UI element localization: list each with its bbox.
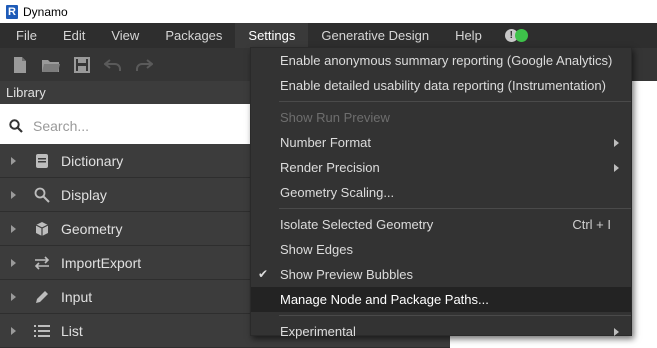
menu-item-google-analytics[interactable]: Enable anonymous summary reporting (Goog…: [251, 48, 631, 73]
menu-item-label: Render Precision: [280, 160, 380, 175]
submenu-arrow-icon: [614, 164, 619, 172]
shortcut-label: Ctrl + I: [572, 217, 611, 232]
list-icon: [34, 323, 50, 339]
revit-logo-icon: R: [6, 4, 18, 19]
library-category-label: List: [61, 322, 83, 339]
expand-arrow-icon[interactable]: [11, 156, 16, 165]
menu-view[interactable]: View: [98, 23, 152, 48]
magnifier-icon: [34, 187, 50, 203]
menu-item-label: Isolate Selected Geometry: [280, 217, 434, 232]
menu-separator: [279, 208, 631, 209]
menu-item-show-run-preview: Show Run Preview: [280, 110, 390, 125]
library-category-label: Display: [61, 186, 107, 203]
search-icon: [9, 118, 23, 133]
undo-icon[interactable]: [102, 54, 124, 76]
expand-arrow-icon[interactable]: [11, 258, 16, 267]
save-icon[interactable]: [71, 54, 93, 76]
arrows-icon: [34, 255, 50, 271]
menu-item-experimental[interactable]: Experimental: [251, 319, 631, 344]
menu-item-label: Number Format: [280, 135, 372, 150]
menu-bar: File Edit View Packages Settings Generat…: [0, 23, 657, 48]
status-ok-icon: [514, 29, 528, 42]
library-category-label: Dictionary: [61, 152, 124, 169]
library-category-label: Input: [61, 288, 93, 305]
expand-arrow-icon[interactable]: [11, 224, 16, 233]
library-category-label: Geometry: [61, 220, 123, 237]
title-bar: R Dynamo: [0, 0, 657, 23]
menu-separator: [279, 315, 631, 316]
new-file-icon[interactable]: [9, 54, 31, 76]
expand-arrow-icon[interactable]: [11, 190, 16, 199]
dictionary-icon: [34, 153, 50, 169]
cube-icon: [34, 221, 50, 237]
redo-icon[interactable]: [133, 54, 155, 76]
menu-item-show-preview-bubbles[interactable]: ✔ Show Preview Bubbles: [251, 262, 631, 287]
menu-separator: [279, 101, 631, 102]
menu-file[interactable]: File: [0, 23, 50, 48]
menu-item-show-edges[interactable]: Show Edges: [251, 237, 631, 262]
menu-generative-design[interactable]: Generative Design: [308, 23, 442, 48]
window-title: Dynamo: [23, 4, 68, 19]
pencil-icon: [34, 289, 50, 305]
menu-item-isolate-selected-geometry[interactable]: Isolate Selected Geometry Ctrl + I: [251, 212, 631, 237]
menu-item-number-format[interactable]: Number Format: [251, 130, 631, 155]
menu-item-geometry-scaling[interactable]: Geometry Scaling...: [251, 180, 631, 205]
settings-dropdown-menu: Enable anonymous summary reporting (Goog…: [250, 47, 632, 339]
menu-settings[interactable]: Settings: [235, 23, 309, 48]
menu-help[interactable]: Help: [442, 23, 495, 48]
menu-packages[interactable]: Packages: [152, 23, 235, 48]
menu-item-label: Show Preview Bubbles: [280, 267, 413, 282]
menu-item-instrumentation[interactable]: Enable detailed usability data reporting…: [251, 73, 631, 98]
notification-indicator[interactable]: !: [504, 23, 528, 48]
library-category-label: ImportExport: [61, 254, 142, 271]
expand-arrow-icon[interactable]: [11, 292, 16, 301]
menu-item-manage-node-package-paths[interactable]: Manage Node and Package Paths...: [251, 287, 631, 312]
menu-item-label: Experimental: [280, 324, 356, 339]
menu-item-render-precision[interactable]: Render Precision: [251, 155, 631, 180]
open-folder-icon[interactable]: [40, 54, 62, 76]
submenu-arrow-icon: [614, 139, 619, 147]
checkmark-icon: ✔: [258, 267, 269, 281]
menu-edit[interactable]: Edit: [50, 23, 98, 48]
submenu-arrow-icon: [614, 328, 619, 336]
expand-arrow-icon[interactable]: [11, 326, 16, 335]
